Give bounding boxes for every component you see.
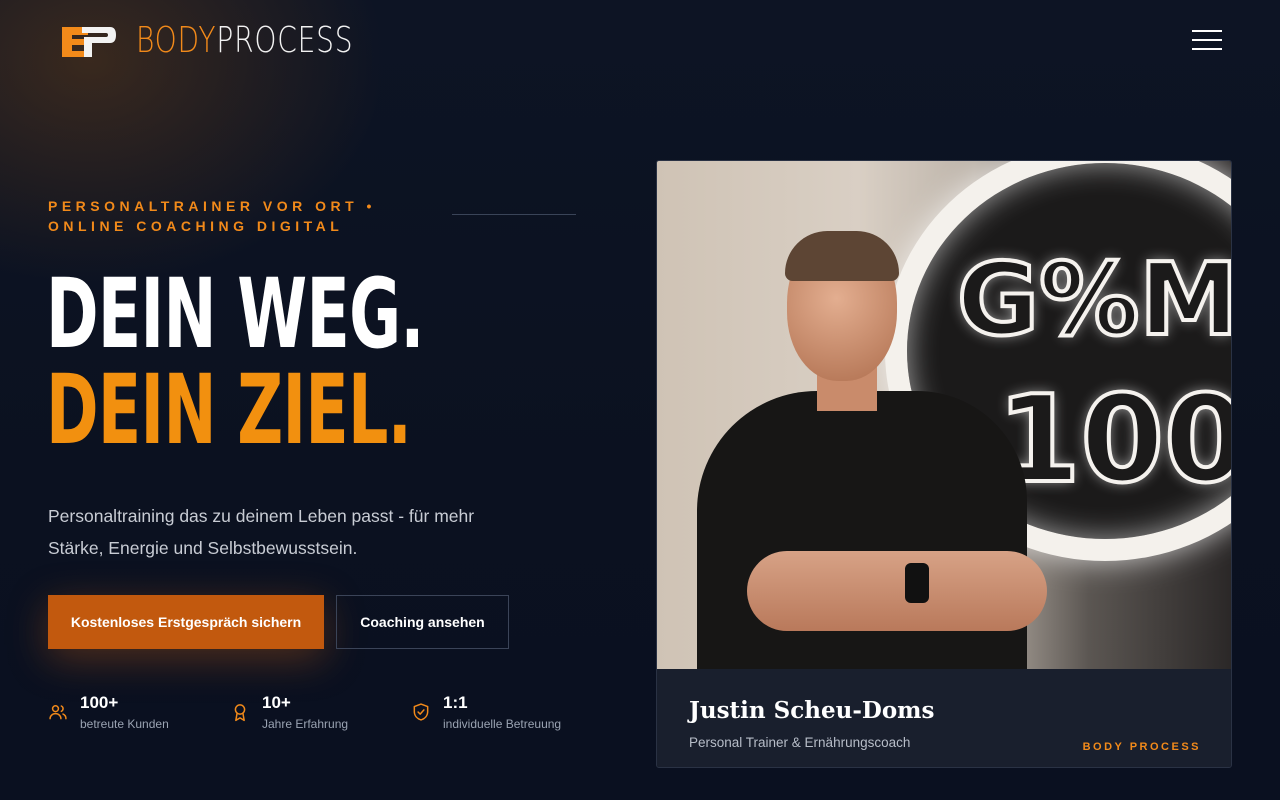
hamburger-menu-icon-bar bbox=[1192, 48, 1222, 50]
stat-clients: 100+ betreute Kunden bbox=[48, 692, 169, 731]
hero-headline: DEIN WEG. DEIN ZIEL. bbox=[46, 258, 425, 466]
brand-word-process: PROCESS bbox=[216, 20, 354, 61]
watch-icon bbox=[905, 563, 929, 603]
stat-value: 100+ bbox=[80, 693, 119, 712]
users-icon bbox=[49, 705, 67, 720]
trainer-hair bbox=[785, 231, 899, 281]
hamburger-menu-button[interactable] bbox=[1192, 28, 1222, 52]
eyebrow-divider bbox=[452, 214, 576, 215]
award-icon bbox=[234, 704, 246, 722]
stat-label: Jahre Erfahrung bbox=[262, 717, 349, 731]
brand-wordmark: BODYPROCESS bbox=[136, 20, 353, 61]
headline-line-2: DEIN ZIEL. bbox=[46, 354, 412, 466]
headline-line-1: DEIN WEG. bbox=[46, 258, 425, 370]
hero-eyebrow: PERSONALTRAINER VOR ORT • ONLINE COACHIN… bbox=[48, 198, 376, 234]
trainer-crossed-arms bbox=[747, 551, 1047, 631]
bp-logo-icon bbox=[62, 26, 116, 57]
brand-logo[interactable]: BODYPROCESS bbox=[60, 20, 415, 61]
trainer-photo: G%M 100 bbox=[657, 161, 1232, 669]
view-coaching-button[interactable]: Coaching ansehen bbox=[336, 595, 509, 649]
brand-word-body: BODY bbox=[136, 20, 217, 61]
neon-sign-number: 100 bbox=[995, 369, 1232, 512]
trainer-role: Personal Trainer & Ernährungscoach bbox=[689, 735, 911, 750]
neon-sign-text: G%M bbox=[955, 239, 1232, 360]
free-consultation-button[interactable]: Kostenloses Erstgespräch sichern bbox=[48, 595, 324, 649]
stat-experience: 10+ Jahre Erfahrung bbox=[230, 692, 348, 731]
stat-value: 1:1 bbox=[443, 693, 468, 712]
hamburger-menu-icon-bar bbox=[1192, 39, 1222, 41]
trainer-card: G%M 100 Justin Scheu-Doms Personal Train… bbox=[656, 160, 1232, 768]
trainer-name: Justin Scheu-Doms bbox=[689, 697, 935, 724]
stat-label: betreute Kunden bbox=[80, 717, 169, 731]
hamburger-menu-icon-bar bbox=[1192, 30, 1222, 32]
trainer-caption: Justin Scheu-Doms Personal Trainer & Ern… bbox=[657, 669, 1231, 767]
hero-subtext: Personaltraining das zu deinem Leben pas… bbox=[48, 506, 475, 558]
stat-label: individuelle Betreuung bbox=[443, 717, 562, 731]
stat-value: 10+ bbox=[262, 693, 291, 712]
brand-tag: BODY PROCESS bbox=[1082, 741, 1201, 753]
stat-individual: 1:1 individuelle Betreuung bbox=[411, 692, 561, 731]
shield-check-icon bbox=[413, 703, 429, 721]
